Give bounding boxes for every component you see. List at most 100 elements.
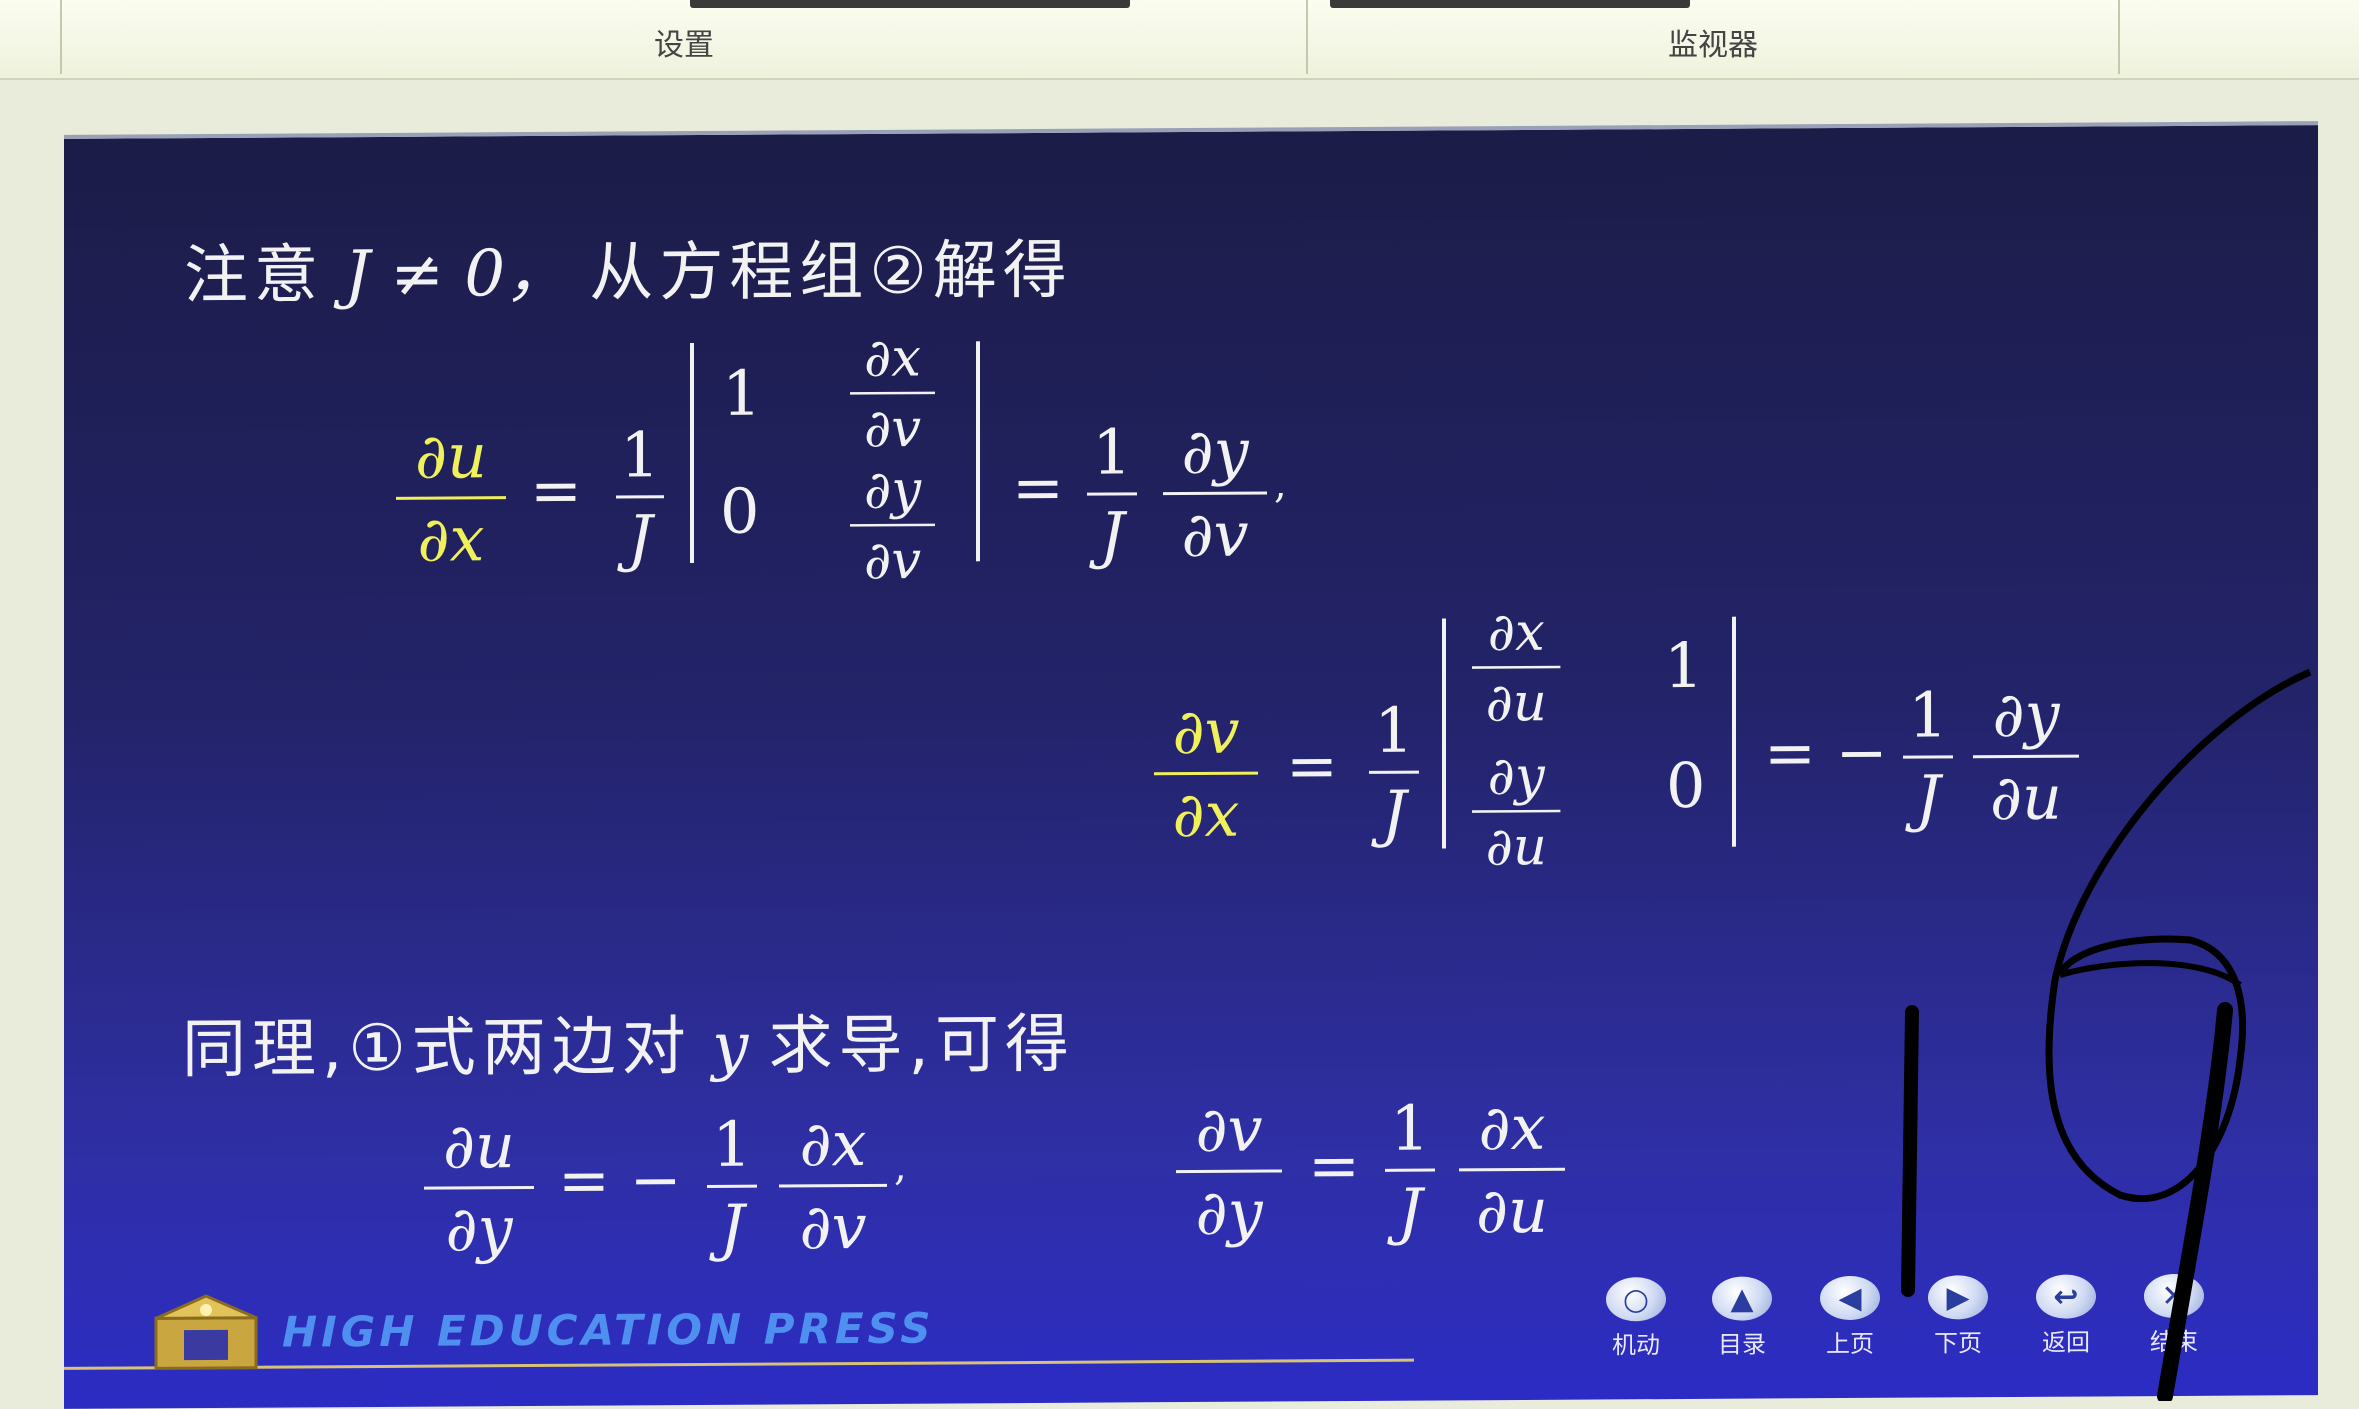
nav-button-contents[interactable]: ▲ 目录 xyxy=(1700,1276,1784,1360)
result-numerator: ∂x xyxy=(1478,1090,1546,1165)
coef-fraction: 1 J xyxy=(1366,691,1422,854)
lhs-fraction: ∂u ∂y xyxy=(424,1106,534,1270)
equals-sign: = xyxy=(1308,1128,1360,1203)
nav-button-next[interactable]: ▶ 下页 xyxy=(1916,1275,2000,1359)
result-denominator: J xyxy=(1397,1174,1423,1248)
result-numerator: 1 xyxy=(1908,678,1948,752)
ribbon-button-stub[interactable] xyxy=(690,0,1130,8)
result-denominator: J xyxy=(719,1190,745,1264)
cell-denominator: ∂u xyxy=(1485,814,1547,878)
slide-canvas: 注意 J ≠ 0， 从方程组②解得 ∂u ∂x = 1 J 1 0 ∂x ∂v … xyxy=(64,121,2318,1409)
nav-button-previous[interactable]: ◀ 上页 xyxy=(1808,1275,1892,1360)
coef-fraction: 1 J xyxy=(612,415,668,578)
ribbon-group-monitor-label: 监视器 xyxy=(1668,28,1758,63)
press-name: HIGH EDUCATION PRESS xyxy=(282,1303,935,1357)
result-derivative-fraction: ∂x ∂u xyxy=(1458,1088,1566,1252)
nav-button-jump[interactable]: ○ 机动 xyxy=(1594,1277,1678,1361)
result-numerator: ∂y xyxy=(1181,414,1249,489)
result-numerator: 1 xyxy=(712,1107,752,1181)
cell-numerator: ∂y xyxy=(1487,744,1545,807)
derive-text: 求导,可得 xyxy=(768,1007,1075,1084)
nav-label: 目录 xyxy=(1718,1330,1766,1359)
ribbon-toolbar: 设置 监视器 xyxy=(0,0,2359,80)
matrix-cell-12: ∂x ∂v xyxy=(850,324,935,463)
ribbon-group-settings-label: 设置 xyxy=(654,28,714,63)
left-arrow-icon: ◀ xyxy=(1820,1275,1880,1321)
matrix-cell-22: 0 xyxy=(1666,748,1706,823)
result-coef-fraction: 1 J xyxy=(704,1105,760,1268)
equation-du-dx: ∂u ∂x = 1 J 1 0 ∂x ∂v ∂y ∂v = 1 J ∂y ∂v … xyxy=(64,125,2318,591)
comma: , xyxy=(1274,461,1287,508)
cell-numerator: ∂x xyxy=(1487,600,1545,663)
note-text: 注意 xyxy=(184,238,324,314)
result-derivative-fraction: ∂x ∂v xyxy=(778,1104,888,1268)
equation-dv-dy: ∂v ∂y = 1 J ∂x ∂u xyxy=(64,125,2318,1249)
determinant-bar-left xyxy=(1442,618,1446,849)
result-derivative-fraction: ∂y ∂v xyxy=(1162,412,1268,576)
up-arrow-icon: ▲ xyxy=(1712,1276,1772,1321)
lhs-fraction: ∂v ∂x xyxy=(1154,692,1258,856)
lhs-denominator: ∂x xyxy=(417,502,485,576)
coef-numerator: 1 xyxy=(1374,693,1414,767)
equals-sign: = xyxy=(1012,450,1064,525)
matrix-cell-22: ∂y ∂v xyxy=(850,456,935,595)
result-denominator: ∂u xyxy=(1476,1173,1548,1248)
result-denominator: J xyxy=(1099,498,1125,572)
result-numerator: ∂x xyxy=(799,1106,867,1181)
close-icon: ✕ xyxy=(2144,1273,2204,1319)
circle-icon: ○ xyxy=(1606,1277,1666,1322)
comma: , xyxy=(894,1143,907,1190)
footer-rule xyxy=(64,1358,1414,1370)
ribbon-separator xyxy=(2118,0,2120,74)
determinant-bar-right xyxy=(976,341,980,562)
result-coef-fraction: 1 J xyxy=(1382,1088,1438,1251)
nav-label: 下页 xyxy=(1934,1329,1982,1358)
result-denominator: ∂v xyxy=(799,1189,867,1264)
nav-label: 返回 xyxy=(2042,1328,2090,1357)
lhs-fraction: ∂u ∂x xyxy=(396,416,506,580)
result-numerator: ∂y xyxy=(1992,677,2060,752)
nav-label: 上页 xyxy=(1826,1329,1874,1359)
slide-line-1: 注意 J ≠ 0， 从方程组②解得 xyxy=(184,219,1073,316)
result-coef-fraction: 1 J xyxy=(1084,412,1140,575)
lhs-fraction: ∂v ∂y xyxy=(1176,1089,1282,1253)
result-coef-fraction: 1 J xyxy=(1900,675,1956,838)
matrix-cell-11: ∂x ∂u xyxy=(1472,598,1561,737)
nav-label: 结束 xyxy=(2150,1327,2198,1357)
nav-button-return[interactable]: ↩ 返回 xyxy=(2024,1274,2108,1358)
similarly-text: 同理,①式两边对 xyxy=(182,1010,692,1088)
result-numerator: 1 xyxy=(1390,1091,1430,1165)
determinant-bar-right xyxy=(1732,616,1736,847)
cell-denominator: ∂v xyxy=(863,528,922,592)
matrix-cell-21: 0 xyxy=(720,474,760,548)
right-arrow-icon: ▶ xyxy=(1928,1275,1988,1320)
lhs-denominator: ∂y xyxy=(1195,1175,1263,1249)
equals-minus-sign: = − xyxy=(558,1143,682,1217)
result-derivative-fraction: ∂y ∂u xyxy=(1972,675,2080,839)
press-logo-icon xyxy=(154,1294,258,1370)
equals-sign: = xyxy=(530,453,582,528)
cell-numerator: ∂y xyxy=(863,458,922,521)
nav-label: 机动 xyxy=(1612,1331,1660,1360)
lhs-numerator: ∂v xyxy=(1172,694,1240,769)
result-denominator: ∂u xyxy=(1990,760,2062,835)
lhs-denominator: ∂y xyxy=(445,1192,513,1266)
matrix-cell-11: 1 xyxy=(722,356,762,430)
return-icon: ↩ xyxy=(2036,1274,2096,1319)
cell-denominator: ∂v xyxy=(863,396,922,460)
slide-line-3: 同理,①式两边对 y 求导,可得 xyxy=(182,993,1075,1090)
lhs-numerator: ∂u xyxy=(443,1109,515,1183)
equals-minus-sign: = − xyxy=(1764,715,1888,790)
nav-button-end[interactable]: ✕ 结束 xyxy=(2132,1273,2216,1358)
result-numerator: 1 xyxy=(1092,415,1132,489)
equation-du-dy: ∂u ∂y = − 1 J ∂x ∂v , xyxy=(64,125,2318,1266)
matrix-cell-21: ∂y ∂u xyxy=(1472,742,1561,881)
ribbon-button-stub[interactable] xyxy=(1330,0,1690,8)
matrix-cell-12: 1 xyxy=(1664,628,1704,703)
cell-numerator: ∂x xyxy=(864,326,921,389)
cell-denominator: ∂u xyxy=(1485,670,1547,734)
lhs-numerator: ∂u xyxy=(415,419,487,493)
determinant-bar-left xyxy=(690,343,694,564)
coef-denominator: J xyxy=(1381,776,1407,850)
variable-y: y xyxy=(712,1009,749,1084)
